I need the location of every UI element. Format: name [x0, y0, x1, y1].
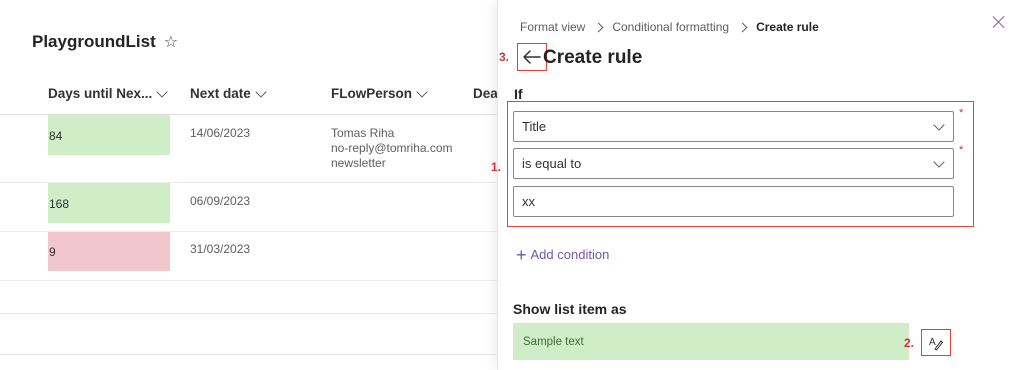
chevron-down-icon — [255, 85, 267, 98]
required-asterisk: * — [959, 107, 964, 119]
days-value: 168 — [49, 197, 70, 211]
list-view: PlaygroundList ☆ Days until Nex... Next … — [0, 0, 497, 370]
column-header-dea-label: Dea — [473, 86, 497, 101]
table-row[interactable]: 9 31/03/2023 — [0, 232, 497, 281]
list-title: PlaygroundList ☆ — [32, 32, 178, 52]
annotation-marker-3: 3. — [499, 50, 510, 64]
next-date-value: 31/03/2023 — [190, 242, 251, 256]
plus-icon: + — [516, 244, 527, 265]
svg-text:A: A — [929, 337, 936, 348]
person-note: newsletter — [331, 156, 386, 170]
days-value: 84 — [49, 129, 63, 143]
column-header-flowperson[interactable]: FLowPerson — [331, 85, 428, 101]
empty-row — [0, 281, 497, 314]
operator-select[interactable]: is equal to — [513, 148, 954, 179]
column-header-days[interactable]: Days until Nex... — [48, 85, 168, 101]
edit-style-icon: A — [929, 337, 944, 351]
next-date-value: 14/06/2023 — [190, 126, 251, 140]
required-asterisk: * — [959, 144, 964, 156]
days-cell: 84 — [48, 115, 170, 155]
breadcrumb-format-view[interactable]: Format view — [520, 20, 585, 34]
flowperson-value: Tomas Riha no-reply@tomriha.com newslett… — [331, 126, 453, 171]
chevron-down-icon — [416, 85, 428, 98]
chevron-right-icon — [593, 22, 604, 32]
table-row[interactable]: 168 06/09/2023 — [0, 183, 497, 232]
annotation-marker-2: 2. — [904, 336, 915, 350]
days-cell: 168 — [48, 183, 170, 223]
column-header-days-label: Days until Nex... — [48, 86, 153, 101]
column-header-flowperson-label: FLowPerson — [331, 86, 413, 101]
add-condition-label: Add condition — [530, 247, 610, 262]
operator-select-value: is equal to — [522, 156, 582, 171]
close-icon[interactable] — [990, 13, 1008, 31]
show-list-item-as-label: Show list item as — [513, 301, 627, 317]
chevron-right-icon — [737, 22, 748, 32]
table-row[interactable]: 84 14/06/2023 Tomas Riha no-reply@tomrih… — [0, 115, 497, 183]
chevron-down-icon — [156, 85, 168, 98]
breadcrumb-conditional-formatting[interactable]: Conditional formatting — [612, 20, 729, 34]
column-header-next-date[interactable]: Next date — [190, 85, 267, 101]
person-email: no-reply@tomriha.com — [331, 141, 453, 155]
edit-style-button[interactable]: A — [921, 329, 951, 356]
field-select-value: Title — [522, 119, 547, 134]
column-header-dea[interactable]: Dea — [473, 86, 497, 101]
sample-preview: Sample text — [513, 323, 909, 360]
arrow-left-icon — [523, 50, 541, 64]
list-title-text: PlaygroundList — [32, 32, 156, 51]
create-rule-panel: Format view Conditional formatting Creat… — [491, 0, 1024, 370]
sample-text: Sample text — [523, 335, 584, 348]
person-name: Tomas Riha — [331, 126, 395, 140]
breadcrumb-create-rule: Create rule — [756, 20, 819, 34]
panel-title: Create rule — [543, 47, 643, 68]
next-date-value: 06/09/2023 — [190, 194, 251, 208]
value-input-text: xx — [522, 194, 535, 209]
days-cell: 9 — [48, 232, 170, 271]
column-header-row: Days until Nex... Next date FLowPerson D… — [0, 76, 497, 115]
add-condition-button[interactable]: + Add condition — [516, 244, 610, 265]
value-input[interactable]: xx — [513, 186, 954, 217]
column-header-next-date-label: Next date — [190, 86, 251, 101]
chevron-down-icon — [933, 156, 945, 168]
breadcrumb: Format view Conditional formatting Creat… — [520, 20, 819, 34]
days-value: 9 — [49, 245, 56, 259]
annotation-marker-1: 1. — [491, 160, 502, 174]
chevron-down-icon — [933, 119, 945, 131]
favorite-star-icon[interactable]: ☆ — [164, 32, 178, 52]
field-select[interactable]: Title — [513, 111, 954, 142]
if-label: If — [514, 86, 523, 102]
empty-row — [0, 314, 497, 355]
